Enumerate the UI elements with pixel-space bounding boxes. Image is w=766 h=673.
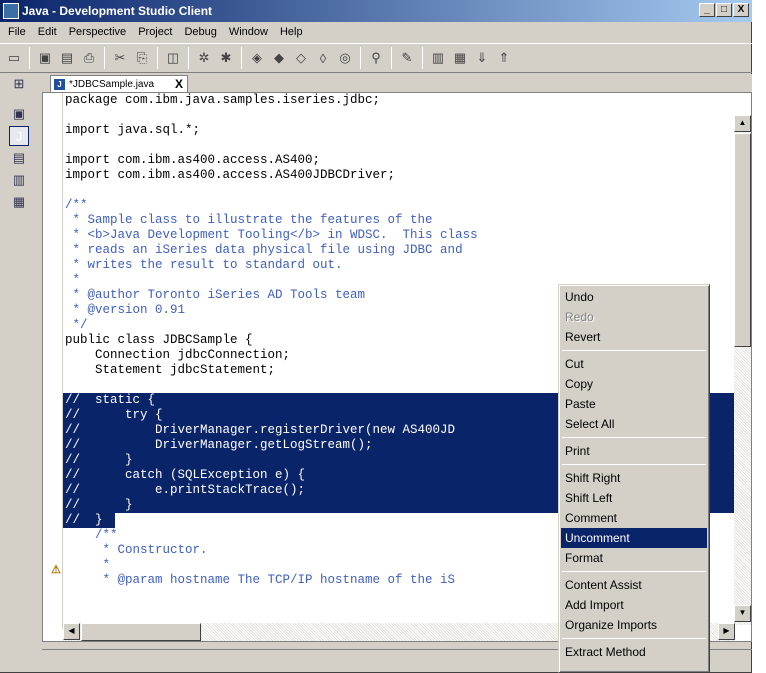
menu-item-extract-method[interactable]: Extract Method (561, 642, 707, 662)
open-perspective-icon[interactable]: ⊞ (9, 74, 29, 94)
menu-item-add-import[interactable]: Add Import (561, 595, 707, 615)
menu-separator (562, 571, 706, 572)
scroll-down-icon[interactable]: ▼ (734, 605, 751, 622)
menu-item-organize-imports[interactable]: Organize Imports (561, 615, 707, 635)
code-line: /** (65, 198, 88, 212)
step-return-icon[interactable]: ◇ (291, 47, 311, 69)
maximize-button[interactable]: □ (716, 3, 732, 17)
menu-item-redo: Redo (565, 310, 594, 324)
step-into-icon[interactable]: ◈ (247, 47, 267, 69)
menu-edit[interactable]: Edit (32, 26, 63, 38)
hierarchy-icon[interactable]: ▦ (450, 47, 470, 69)
next-annotation-icon[interactable]: ⇓ (472, 47, 492, 69)
outline-icon[interactable]: ▥ (428, 47, 448, 69)
copy-icon[interactable]: ⎘ (132, 47, 152, 69)
vertical-scrollbar[interactable]: ▲ ▼ (734, 115, 751, 625)
vertical-scroll-thumb[interactable] (734, 133, 751, 347)
code-line: * Sample class to illustrate the feature… (65, 213, 433, 227)
suspend-icon[interactable]: ◎ (335, 47, 355, 69)
code-line: import com.ibm.as400.access.AS400JDBCDri… (65, 168, 396, 182)
perspective-1-icon[interactable]: ▣ (9, 104, 29, 124)
menu-perspective[interactable]: Perspective (63, 26, 132, 38)
perspective-5-icon[interactable]: ▦ (9, 192, 29, 212)
toolbar-separator (422, 47, 423, 69)
menu-item-copy[interactable]: Copy (561, 374, 707, 394)
perspective-bar: ⊞ ▣ J ▤ ▥ ▦ (0, 74, 40, 664)
save-all-icon[interactable]: ▤ (57, 47, 77, 69)
menu-separator (562, 464, 706, 465)
menu-item-comment[interactable]: Comment (561, 508, 707, 528)
menu-item-format[interactable]: Format (561, 548, 707, 568)
code-line: import com.ibm.as400.access.AS400; (65, 153, 321, 167)
new-wizard-icon[interactable]: ▭ (4, 47, 24, 69)
menu-item-shift-right[interactable]: Shift Right (561, 468, 707, 488)
toolbar-separator (241, 47, 242, 69)
toolbar-separator (104, 47, 105, 69)
menu-item-cut[interactable]: Cut (561, 354, 707, 374)
selected-code-line: // } (63, 513, 115, 528)
menu-item-revert[interactable]: Revert (561, 327, 707, 347)
menu-item-shift-left[interactable]: Shift Left (561, 488, 707, 508)
menu-item-select-all[interactable]: Select All (561, 414, 707, 434)
menu-project[interactable]: Project (132, 26, 178, 38)
cut-icon[interactable]: ✂ (110, 47, 130, 69)
menu-item-print[interactable]: Print (561, 441, 707, 461)
scroll-up-icon[interactable]: ▲ (734, 115, 751, 132)
pencil-icon[interactable]: ✎ (397, 47, 417, 69)
window-title: Java - Development Studio Client (22, 4, 213, 18)
editor-tab-bar: J *JDBCSample.java X (42, 74, 752, 93)
debug-icon[interactable]: ✲ (194, 47, 214, 69)
previous-annotation-icon[interactable]: ⇑ (494, 47, 514, 69)
code-line: * <b>Java Development Tooling</b> in WDS… (65, 228, 478, 242)
menu-help[interactable]: Help (274, 26, 309, 38)
perspective-3-icon[interactable]: ▤ (9, 148, 29, 168)
toolbar-separator (157, 47, 158, 69)
menu-separator (562, 350, 706, 351)
perspective-4-icon[interactable]: ▥ (9, 170, 29, 190)
menu-item-content-assist[interactable]: Content Assist (561, 575, 707, 595)
menu-window[interactable]: Window (223, 26, 274, 38)
code-line: import java.sql.*; (65, 123, 201, 137)
minimize-button[interactable]: _ (699, 3, 715, 17)
menu-item-undo[interactable]: Undo (561, 287, 707, 307)
resume-icon[interactable]: ◊ (313, 47, 333, 69)
close-button[interactable]: X (733, 3, 749, 17)
step-over-icon[interactable]: ◆ (269, 47, 289, 69)
toolbar-separator (391, 47, 392, 69)
print-icon[interactable]: ⎙ (79, 47, 99, 69)
horizontal-scroll-thumb[interactable] (81, 623, 201, 641)
search-icon[interactable]: ⚲ (366, 47, 386, 69)
editor-context-menu: Undo Redo Revert Cut Copy Paste Select A… (558, 284, 710, 673)
menu-separator (562, 437, 706, 438)
toolbar-separator (29, 47, 30, 69)
toolbar-separator (188, 47, 189, 69)
menu-item-uncomment[interactable]: Uncomment (561, 528, 707, 548)
java-file-icon: J (54, 79, 65, 90)
warning-icon[interactable]: ⚠ (51, 565, 63, 576)
scroll-right-icon[interactable]: ▶ (718, 623, 735, 640)
main-toolbar: ▭ ▣ ▤ ⎙ ✂ ⎘ ◫ ✲ ✱ ◈ ◆ ◇ ◊ ◎ ⚲ ✎ ▥ ▦ ⇓ ⇑ (0, 43, 752, 73)
title-bar: Java - Development Studio Client _ □ X (0, 0, 752, 22)
save-icon[interactable]: ▣ (35, 47, 55, 69)
code-line: * writes the result to standard out. (65, 258, 343, 272)
tab-close-icon[interactable]: X (175, 76, 183, 93)
toolbar-separator (360, 47, 361, 69)
app-icon (3, 3, 19, 19)
open-type-icon[interactable]: ◫ (163, 47, 183, 69)
tab-jdbcsample[interactable]: J *JDBCSample.java X (50, 75, 188, 93)
menu-debug[interactable]: Debug (178, 26, 222, 38)
editor-gutter (43, 93, 63, 629)
scroll-left-icon[interactable]: ◀ (63, 623, 80, 640)
menu-bar: File Edit Perspective Project Debug Wind… (0, 22, 752, 42)
menu-item-paste[interactable]: Paste (561, 394, 707, 414)
java-perspective-icon[interactable]: J (9, 126, 29, 146)
run-icon[interactable]: ✱ (216, 47, 236, 69)
menu-separator (562, 638, 706, 639)
code-line: * reads an iSeries data physical file us… (65, 243, 463, 257)
code-line: package com.ibm.java.samples.iseries.jdb… (65, 93, 381, 107)
menu-file[interactable]: File (2, 26, 32, 38)
tab-label: *JDBCSample.java (69, 79, 155, 90)
